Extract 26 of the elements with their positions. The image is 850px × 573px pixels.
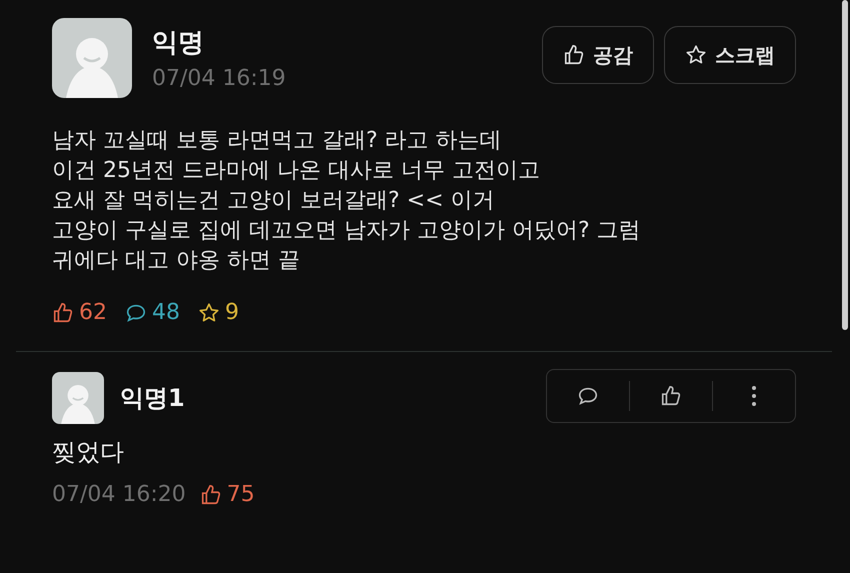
thumbs-up-icon: [200, 484, 222, 506]
post-text-line: 남자 꼬실때 보통 라면먹고 갈래? 라고 하는데: [52, 127, 503, 155]
thumbs-up-icon: [563, 44, 585, 66]
like-count: 62: [52, 300, 107, 325]
scrap-button[interactable]: 스크랩: [664, 26, 796, 84]
comment-count: 48: [125, 300, 180, 325]
avatar-icon: [52, 372, 104, 424]
post-text-line: 고양이 구실로 집에 데꼬오면 남자가 고양이가 어딨어? 그럼: [52, 217, 642, 245]
comment-text: 찢었다: [52, 437, 125, 468]
more-icon: [751, 385, 757, 407]
thumbs-up-icon: [660, 385, 682, 407]
thumbs-up-icon: [52, 302, 74, 324]
star-icon: [198, 302, 220, 324]
comment-time: 07/04 16:20: [52, 482, 186, 507]
speech-bubble-icon: [577, 385, 599, 407]
post-text-line: 이건 25년전 드라마에 나온 대사로 너무 고전이고: [52, 157, 541, 185]
post-time: 07/04 16:19: [152, 66, 287, 91]
scrap-count: 9: [198, 300, 239, 325]
author-name: 익명: [152, 27, 205, 60]
post-text-line: 귀에다 대고 야옹 하면 끝: [52, 247, 301, 275]
star-icon: [685, 44, 707, 66]
like-button[interactable]: 공감: [542, 26, 654, 84]
like-count: 75: [200, 482, 255, 507]
commenter-name: 익명1: [120, 383, 185, 414]
avatar-icon: [52, 18, 132, 98]
post-text-line: 요새 잘 먹히는건 고양이 보러갈래? << 이거: [52, 187, 496, 215]
